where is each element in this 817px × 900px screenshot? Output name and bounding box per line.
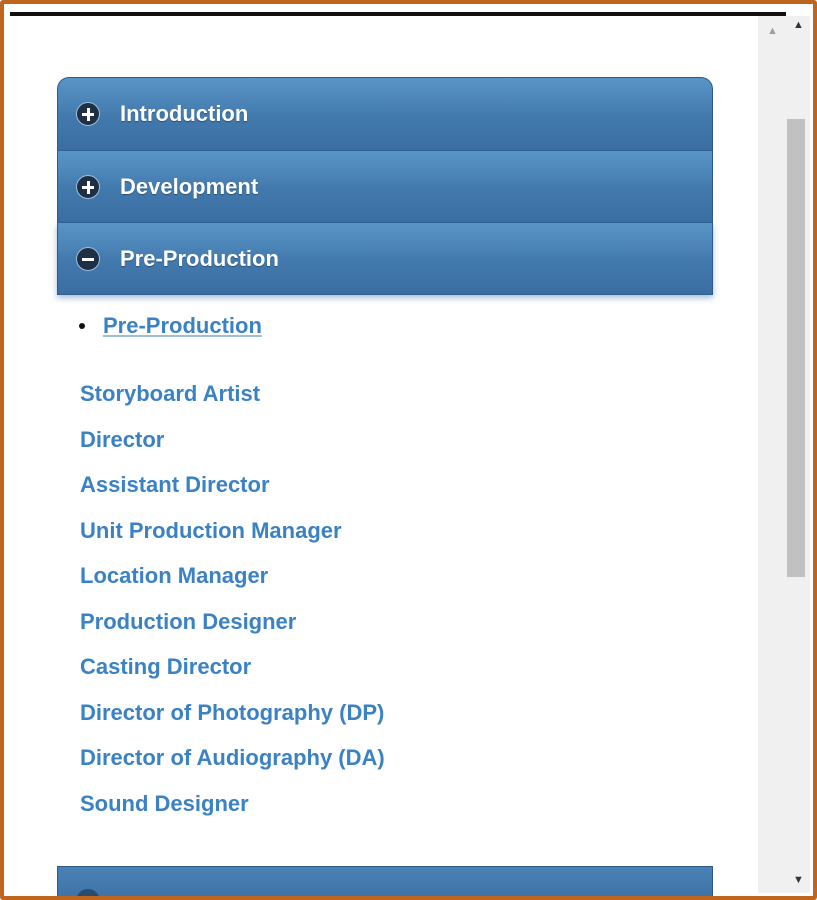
top-divider [10, 12, 786, 16]
accordion-header-introduction[interactable]: Introduction [57, 77, 713, 151]
scroll-up-arrow-icon[interactable]: ▲ [793, 20, 804, 31]
accordion-header-next[interactable] [57, 866, 713, 896]
plus-circle-icon [76, 174, 100, 199]
circle-icon [76, 889, 100, 896]
role-link[interactable]: Unit Production Manager [80, 514, 385, 560]
role-link[interactable]: Assistant Director [80, 468, 385, 514]
role-link[interactable]: Sound Designer [80, 787, 385, 833]
accordion-header-pre-production[interactable]: Pre-Production [57, 223, 713, 295]
minus-circle-icon [76, 246, 100, 271]
accordion-header-label: Introduction [120, 101, 249, 126]
role-link[interactable]: Casting Director [80, 650, 385, 696]
window-frame: Introduction Development Pre-Production … [0, 0, 817, 900]
role-link-list: Storyboard Artist Director Assistant Direc… [80, 377, 385, 832]
accordion-header-label: Pre-Production [120, 245, 279, 271]
accordion-header-label: Development [120, 173, 259, 199]
role-link[interactable]: Director of Audiography (DA) [80, 741, 385, 787]
role-link[interactable]: Storyboard Artist [80, 377, 385, 423]
role-link[interactable]: Director [80, 423, 385, 469]
accordion: Introduction Development Pre-Production [57, 77, 713, 295]
accordion-header-development[interactable]: Development [57, 151, 713, 223]
plus-circle-icon [76, 102, 100, 126]
panel-bullet-item: Pre-Production [79, 313, 262, 339]
scroll-up-arrow-icon[interactable]: ▲ [767, 26, 778, 37]
role-link[interactable]: Director of Photography (DP) [80, 696, 385, 742]
bullet-dot [79, 323, 85, 329]
role-link[interactable]: Production Designer [80, 605, 385, 651]
pre-production-link[interactable]: Pre-Production [103, 313, 262, 339]
scrollbar-thumb[interactable] [787, 119, 805, 577]
scroll-down-arrow-icon[interactable]: ▼ [793, 875, 804, 886]
role-link[interactable]: Location Manager [80, 559, 385, 605]
